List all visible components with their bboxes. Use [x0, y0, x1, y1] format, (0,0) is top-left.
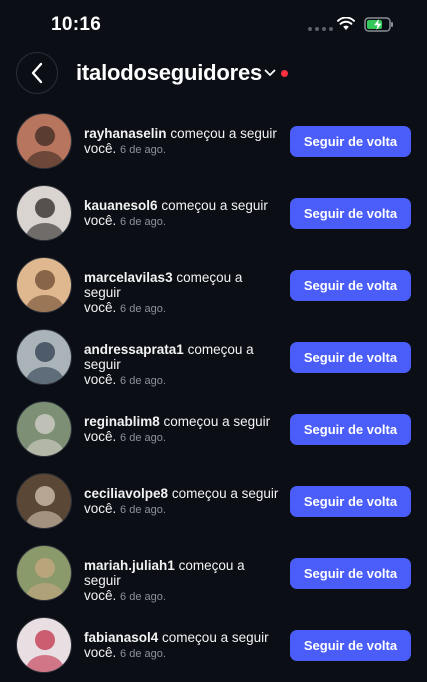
header: italodoseguidores: [0, 50, 427, 100]
action-text: começou a seguir: [162, 630, 269, 645]
notification-text: mariah.juliah1 começou a seguir você. 6 d…: [84, 558, 280, 605]
follow-back-button[interactable]: Seguir de volta: [290, 342, 411, 373]
notification-row: rayhanaselin começou a seguir você. 6 de …: [0, 106, 427, 178]
follow-back-button[interactable]: Seguir de volta: [290, 270, 411, 301]
username-link[interactable]: marcelavilas3: [84, 270, 173, 285]
action-text-you: você.: [84, 588, 117, 603]
timestamp: 6 de ago.: [120, 432, 166, 444]
follow-back-button[interactable]: Seguir de volta: [290, 630, 411, 661]
avatar[interactable]: [16, 617, 72, 673]
action-text-you: você.: [84, 300, 117, 315]
notification-text: marcelavilas3 começou a seguir você. 6 de…: [84, 270, 280, 317]
notification-text: rayhanaselin começou a seguir você. 6 de …: [84, 126, 280, 158]
notification-text: kauanesol6 começou a seguir você. 6 de ag…: [84, 198, 280, 230]
follow-back-button[interactable]: Seguir de volta: [290, 414, 411, 445]
avatar[interactable]: [16, 257, 72, 313]
notification-row: ceciliavolpe8 começou a seguir você. 6 de…: [0, 466, 427, 538]
avatar[interactable]: [16, 185, 72, 241]
action-text-you: você.: [84, 501, 117, 516]
timestamp: 6 de ago.: [120, 375, 166, 387]
notification-row: reginablim8 começou a seguir você. 6 de a…: [0, 394, 427, 466]
follow-back-button[interactable]: Seguir de volta: [290, 558, 411, 589]
username-link[interactable]: mariah.juliah1: [84, 558, 175, 573]
status-bar: 10:16: [0, 0, 427, 50]
action-text-you: você.: [84, 645, 117, 660]
unread-dot: [281, 70, 288, 77]
wifi-icon: [337, 17, 355, 30]
username-link[interactable]: kauanesol6: [84, 198, 158, 213]
action-text: começou a seguir: [163, 414, 271, 429]
action-text-you: você.: [84, 141, 117, 156]
timestamp: 6 de ago.: [120, 504, 166, 516]
action-text-you: você.: [84, 213, 117, 228]
notification-row: marcelavilas3 começou a seguir você. 6 de…: [0, 250, 427, 322]
avatar[interactable]: [16, 329, 72, 385]
account-title[interactable]: italodoseguidores: [76, 60, 262, 86]
username-link[interactable]: rayhanaselin: [84, 126, 167, 141]
follow-back-button[interactable]: Seguir de volta: [290, 126, 411, 157]
avatar[interactable]: [16, 401, 72, 457]
notification-text: fabianasol4 começou a seguir você. 6 de a…: [84, 630, 280, 662]
timestamp: 6 de ago.: [120, 591, 166, 603]
timestamp: 6 de ago.: [120, 216, 166, 228]
username-link[interactable]: fabianasol4: [84, 630, 158, 645]
notification-text: andressaprata1 começou a seguir você. 6 d…: [84, 342, 280, 389]
notification-row: andressaprata1 começou a seguir você. 6 d…: [0, 322, 427, 394]
notification-text: ceciliavolpe8 começou a seguir você. 6 de…: [84, 486, 280, 518]
notification-text: reginablim8 começou a seguir você. 6 de a…: [84, 414, 280, 446]
follow-back-button[interactable]: Seguir de volta: [290, 486, 411, 517]
battery-charging-icon: [364, 17, 393, 32]
cellular-signal-icon: [308, 27, 333, 31]
chevron-down-icon[interactable]: [264, 69, 276, 77]
timestamp: 6 de ago.: [120, 303, 166, 315]
action-text-you: você.: [84, 372, 117, 387]
status-time: 10:16: [51, 14, 102, 35]
avatar[interactable]: [16, 473, 72, 529]
username-link[interactable]: andressaprata1: [84, 342, 184, 357]
action-text: começou a seguir: [161, 198, 268, 213]
follower-notification-list: rayhanaselin começou a seguir você. 6 de …: [0, 106, 427, 682]
avatar[interactable]: [16, 545, 72, 601]
action-text: começou a seguir: [171, 486, 279, 501]
follow-back-button[interactable]: Seguir de volta: [290, 198, 411, 229]
avatar[interactable]: [16, 113, 72, 169]
notification-row: kauanesol6 começou a seguir você. 6 de ag…: [0, 178, 427, 250]
action-text-you: você.: [84, 429, 117, 444]
notification-row: fabianasol4 começou a seguir você. 6 de a…: [0, 610, 427, 682]
username-link[interactable]: ceciliavolpe8: [84, 486, 168, 501]
action-text: começou a seguir: [170, 126, 277, 141]
notification-row: mariah.juliah1 começou a seguir você. 6 d…: [0, 538, 427, 610]
timestamp: 6 de ago.: [120, 144, 166, 156]
back-button[interactable]: [16, 52, 58, 94]
chevron-left-icon: [31, 62, 43, 84]
username-link[interactable]: reginablim8: [84, 414, 160, 429]
